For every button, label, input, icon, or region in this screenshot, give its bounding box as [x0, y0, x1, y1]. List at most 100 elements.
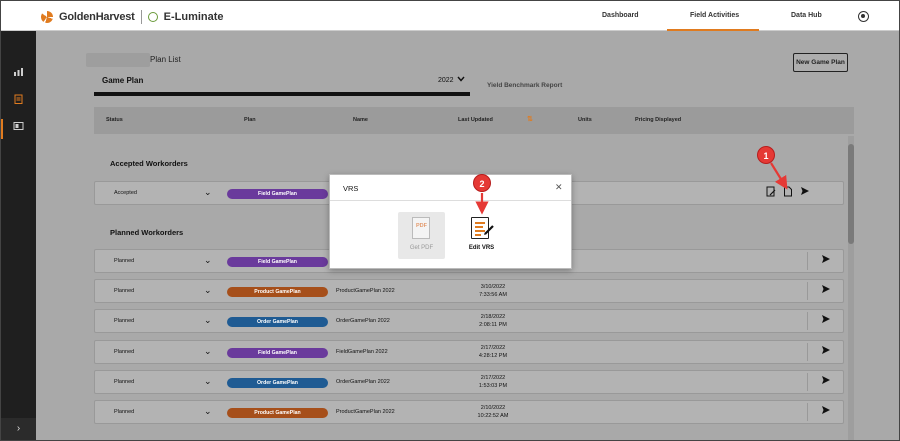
user-account-icon[interactable] — [858, 11, 869, 22]
active-tab-bar — [94, 92, 470, 96]
clipboard-icon[interactable] — [13, 94, 24, 104]
chevron-down-icon[interactable]: ⌄ — [204, 346, 212, 357]
row-status: Planned — [114, 379, 135, 385]
logo-divider — [140, 10, 142, 24]
last-updated-date: 2/17/2022 — [480, 375, 506, 381]
header-status[interactable]: Status — [106, 117, 123, 123]
e-luminate-logo-icon — [147, 12, 158, 22]
last-updated-time: 10:22:52 AM — [477, 413, 509, 419]
send-icon[interactable] — [807, 252, 843, 270]
brand-name: GoldenHarvest — [59, 11, 135, 23]
send-icon[interactable] — [807, 343, 843, 361]
send-icon[interactable] — [807, 373, 843, 391]
last-updated-date: 3/10/2022 — [480, 284, 506, 290]
plan-pill: Product GamePlan — [227, 408, 328, 418]
layout-icon[interactable] — [13, 121, 24, 131]
last-updated-date: 2/18/2022 — [480, 314, 506, 320]
table-row[interactable]: Planned ⌄ Product GamePlan ProductGamePlan … — [94, 279, 844, 303]
plan-name: ProductGamePlan 2022 — [336, 409, 395, 415]
row-status: Planned — [114, 409, 135, 415]
edit-doc-icon[interactable] — [765, 186, 776, 199]
planned-section-title: Planned Workorders — [110, 228, 184, 237]
table-header: Status Plan Name Last Updated ⇅ Units Pr… — [94, 107, 854, 134]
row-status: Planned — [114, 288, 135, 294]
row-status: Planned — [114, 318, 135, 324]
chevron-down-icon[interactable]: ⌄ — [204, 406, 212, 417]
row-status: Planned — [114, 258, 135, 264]
plan-name: OrderGamePlan 2022 — [336, 379, 390, 385]
get-pdf-label: Get PDF — [409, 245, 434, 251]
nav-data-hub[interactable]: Data Hub — [791, 12, 822, 19]
chevron-down-icon[interactable]: ⌄ — [204, 255, 212, 266]
chevron-down-icon[interactable]: ⌄ — [204, 315, 212, 326]
last-updated: 2/10/2022 10:22:52 AM — [473, 404, 513, 420]
chevron-down-icon[interactable]: ⌄ — [204, 376, 212, 387]
edit-vrs-button[interactable]: Edit VRS — [460, 212, 503, 259]
brand-logo[interactable]: GoldenHarvest E-Luminate — [41, 10, 224, 24]
send-icon[interactable] — [799, 186, 810, 199]
nav-dashboard[interactable]: Dashboard — [602, 12, 639, 19]
pdf-icon-text: PDF — [416, 223, 427, 229]
top-bar: GoldenHarvest E-Luminate Dashboard Field… — [1, 1, 899, 31]
chevron-down-icon[interactable]: ⌄ — [204, 285, 212, 296]
get-pdf-button[interactable]: PDF Get PDF — [398, 212, 445, 259]
nav-field-activities[interactable]: Field Activities — [690, 12, 739, 19]
redacted-name — [86, 53, 150, 67]
new-game-plan-button[interactable]: New Game Plan — [793, 53, 848, 72]
plan-pill: Field GamePlan — [227, 348, 328, 358]
chevron-down-icon[interactable]: ⌄ — [204, 187, 212, 198]
header-pricing[interactable]: Pricing Displayed — [635, 117, 681, 123]
table-row[interactable]: Planned ⌄ Order GamePlan OrderGamePlan 2022… — [94, 370, 844, 394]
row-status: Planned — [114, 349, 135, 355]
header-name[interactable]: Name — [353, 117, 368, 123]
plan-pill: Order GamePlan — [227, 317, 328, 327]
yield-benchmark-tab[interactable]: Yield Benchmark Report — [487, 82, 562, 89]
accepted-section-title: Accepted Workorders — [110, 159, 188, 168]
last-updated: 2/18/2022 2:08:11 PM — [473, 313, 513, 329]
modal-divider — [330, 200, 571, 201]
document-icon[interactable] — [782, 186, 793, 199]
year-select[interactable]: 2022 — [438, 77, 454, 84]
last-updated-time: 4:28:12 PM — [478, 353, 508, 359]
pdf-icon: PDF — [412, 217, 430, 239]
last-updated-time: 2:08:11 PM — [479, 322, 507, 328]
plan-name: OrderGamePlan 2022 — [336, 318, 390, 324]
edit-vrs-label: Edit VRS — [468, 245, 495, 251]
plan-pill: Field GamePlan — [227, 189, 328, 199]
send-icon[interactable] — [807, 403, 843, 421]
row-actions — [765, 186, 810, 199]
game-plan-tab[interactable]: Game Plan — [102, 76, 143, 85]
plan-pill: Order GamePlan — [227, 378, 328, 388]
chevron-down-icon[interactable] — [457, 76, 465, 84]
table-row[interactable]: Planned ⌄ Field GamePlan FieldGamePlan 2022… — [94, 340, 844, 364]
plan-name: ProductGamePlan 2022 — [336, 288, 395, 294]
product-name: E-Luminate — [163, 11, 224, 23]
last-updated: 2/17/2022 4:28:12 PM — [473, 344, 513, 360]
last-updated-time: 1:53:03 PM — [478, 383, 508, 389]
pencil-icon — [483, 224, 495, 239]
sort-icon[interactable]: ⇅ — [527, 115, 533, 123]
page-title: Plan List — [150, 55, 181, 64]
last-updated: 3/10/2022 7:33:56 AM — [473, 283, 513, 299]
last-updated-time: 7:33:56 AM — [479, 292, 507, 298]
modal-title: VRS — [343, 184, 359, 193]
vrs-modal: VRS ✕ PDF Get PDF Edit VRS — [329, 174, 572, 269]
scrollbar[interactable] — [848, 136, 854, 440]
plan-pill: Field GamePlan — [227, 257, 328, 267]
close-icon[interactable]: ✕ — [555, 182, 563, 193]
header-last-updated[interactable]: Last Updated — [458, 117, 493, 123]
callout-badge-1: 1 — [757, 146, 775, 164]
chevron-right-icon[interactable]: › — [1, 418, 36, 440]
scrollbar-thumb[interactable] — [848, 144, 854, 244]
sidebar-active-indicator — [1, 119, 3, 139]
bar-chart-icon[interactable] — [13, 67, 24, 77]
header-units[interactable]: Units — [578, 117, 592, 123]
callout-badge-2: 2 — [473, 174, 491, 192]
send-icon[interactable] — [807, 282, 843, 300]
header-plan[interactable]: Plan — [244, 117, 256, 123]
table-row[interactable]: Planned ⌄ Order GamePlan OrderGamePlan 2022… — [94, 309, 844, 333]
send-icon[interactable] — [807, 312, 843, 330]
last-updated-date: 2/17/2022 — [480, 345, 506, 351]
last-updated: 2/17/2022 1:53:03 PM — [473, 374, 513, 390]
table-row[interactable]: Planned ⌄ Product GamePlan ProductGamePlan … — [94, 400, 844, 424]
